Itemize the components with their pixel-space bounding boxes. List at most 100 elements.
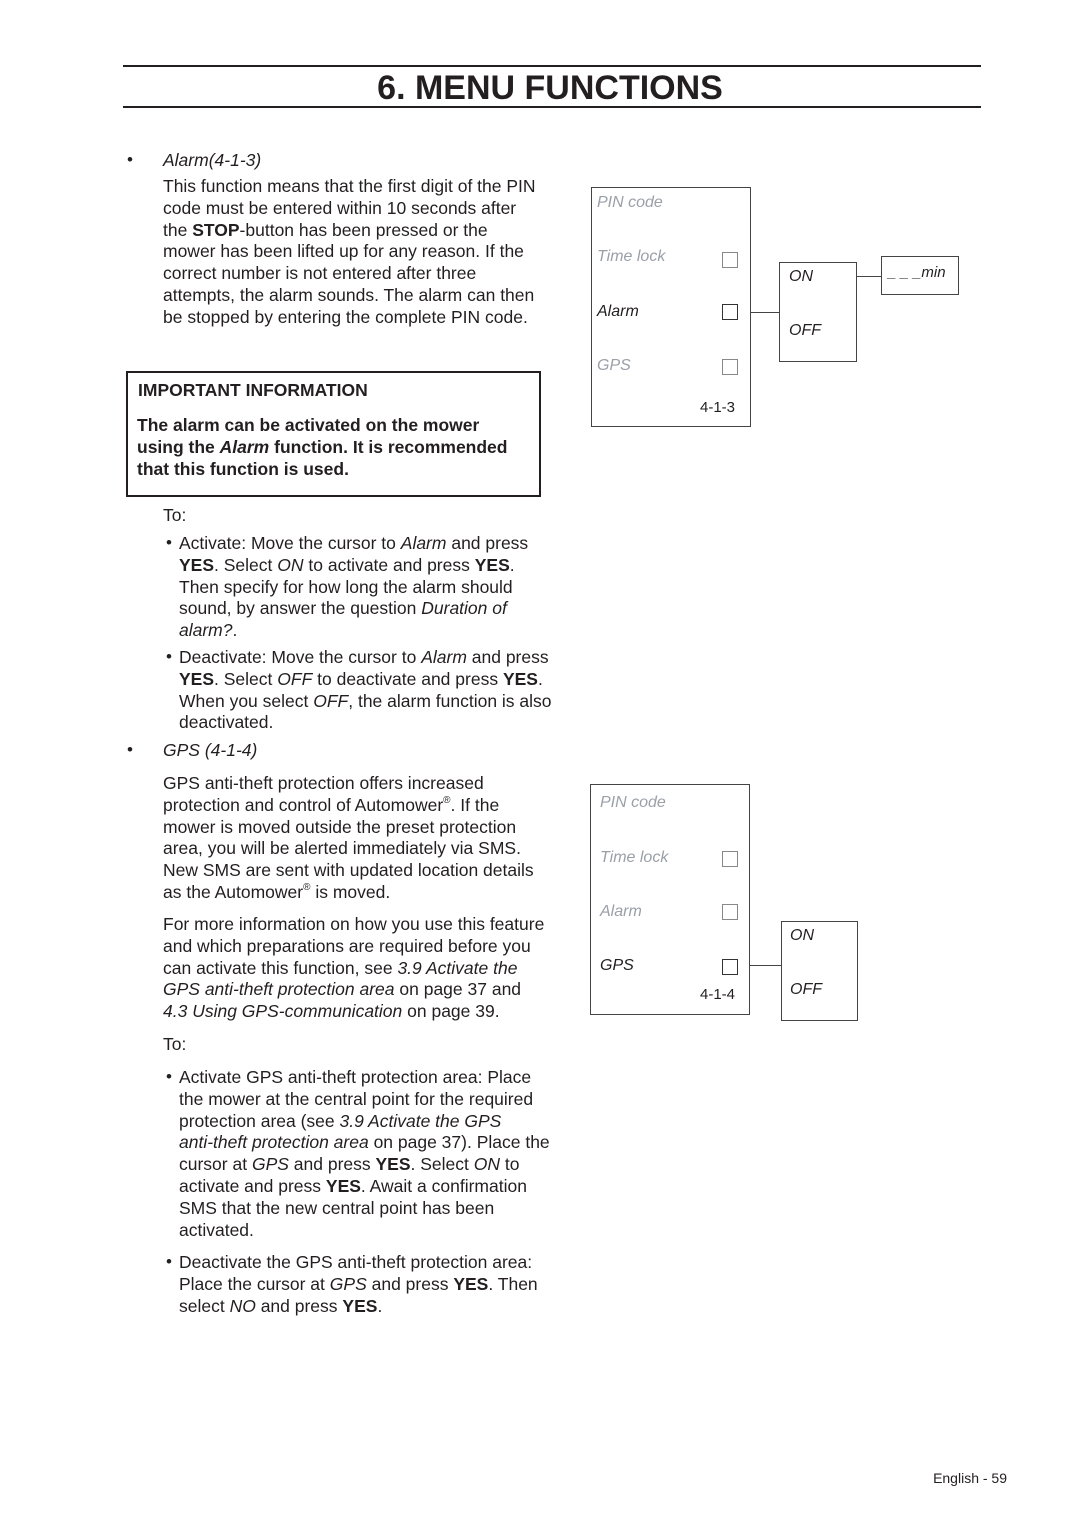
- checkbox-icon: [722, 851, 738, 867]
- text-run: Alarm: [219, 437, 270, 457]
- text-line: protection and control of Automower®. If…: [163, 794, 499, 816]
- text-line: GPS anti-theft protection offers increas…: [163, 772, 484, 794]
- option-on: ON: [789, 268, 813, 285]
- text-run: on page 37). Place the: [368, 1132, 550, 1153]
- menu-item-pin-code: PIN code: [597, 194, 663, 211]
- section-heading-gps: GPS (4-1-4): [163, 740, 258, 760]
- text-run: select: [179, 1295, 230, 1316]
- text-line: For more information on how you use this…: [163, 913, 544, 935]
- text-run: . Await a confirmation: [360, 1176, 527, 1196]
- option-off: OFF: [790, 981, 822, 998]
- text-run: GPS anti-theft protection offers increas…: [163, 773, 484, 793]
- text-run: When you select: [179, 690, 314, 711]
- text-run: be stopped by entering the complete PIN …: [163, 306, 528, 327]
- text-run: mower is moved outside the preset protec…: [163, 816, 517, 837]
- text-run: Deactivate: Move the cursor to: [179, 647, 422, 667]
- menu-item-gps: GPS: [600, 957, 634, 974]
- text-run: Activate GPS anti-theft protection area:…: [179, 1067, 532, 1087]
- text-run: to: [500, 1154, 520, 1175]
- text-run: SMS that the new central point has been: [179, 1197, 495, 1218]
- text-run: YES: [375, 1154, 411, 1175]
- text-run: 4.3 Using GPS-communication: [163, 1001, 403, 1022]
- connector-line: [857, 276, 881, 278]
- text-run: to activate and press: [303, 554, 475, 575]
- text-line: attempts, the alarm sounds. The alarm ca…: [163, 284, 534, 306]
- text-line: sound, by answer the question Duration o…: [179, 597, 507, 619]
- text-line: anti-theft protection area on page 37). …: [179, 1131, 550, 1153]
- text-line: using the Alarm function. It is recommen…: [137, 436, 507, 458]
- connector-line: [750, 965, 781, 967]
- checkbox-icon: [722, 359, 738, 375]
- text-line: mower has been lifted up for any reason.…: [163, 240, 524, 262]
- text-run: GPS anti-theft protection area: [163, 979, 395, 1000]
- text-run: -button has been pressed or the: [239, 219, 488, 240]
- text-run: YES: [179, 554, 215, 575]
- text-run: Alarm: [400, 533, 447, 553]
- text-line: 4.3 Using GPS-communication on page 39.: [163, 1000, 500, 1022]
- menu-item-alarm: Alarm: [597, 303, 639, 320]
- text-line: select NO and press YES.: [179, 1295, 382, 1317]
- text-run: code must be entered within 10 seconds a…: [163, 197, 517, 218]
- page-title: 6. MENU FUNCTIONS: [377, 69, 723, 107]
- to-label: To:: [163, 505, 187, 525]
- text-run: and press: [255, 1295, 343, 1316]
- text-line: GPS anti-theft protection area on page 3…: [163, 978, 521, 1000]
- text-run: GPS: [251, 1154, 289, 1175]
- checkbox-icon: [722, 904, 738, 920]
- text-run: the: [163, 219, 193, 240]
- text-line: protection area (see 3.9 Activate the GP…: [179, 1110, 501, 1132]
- bullet: •: [166, 647, 172, 666]
- text-line: This function means that the first digit…: [163, 175, 536, 197]
- text-run: YES: [453, 1273, 489, 1294]
- text-run: NO: [229, 1295, 256, 1316]
- text-line: When you select OFF, the alarm function …: [179, 690, 552, 712]
- text-run: area, you will be alerted immediately vi…: [163, 838, 521, 859]
- bullet: •: [166, 533, 172, 552]
- text-run: For more information on how you use this…: [163, 914, 545, 934]
- text-run: YES: [502, 668, 538, 689]
- text-run: to deactivate and press: [312, 668, 503, 689]
- option-on: ON: [790, 927, 814, 944]
- text-run: ®: [443, 794, 451, 806]
- text-run: correct number is not entered after thre…: [163, 263, 477, 284]
- to-label: To:: [163, 1034, 187, 1054]
- text-line: Place the cursor at GPS and press YES. T…: [179, 1273, 538, 1295]
- menu-code: 4-1-3: [700, 399, 736, 416]
- text-run: the mower at the central point for the r…: [179, 1088, 534, 1109]
- text-line: can activate this function, see 3.9 Acti…: [163, 957, 517, 979]
- text-run: .: [537, 668, 543, 689]
- text-run: function. It is recommended: [269, 437, 508, 457]
- text-line: Activate GPS anti-theft protection area:…: [179, 1066, 531, 1088]
- text-run: is moved.: [310, 882, 391, 902]
- menu-code: 4-1-4: [700, 986, 736, 1003]
- text-line: correct number is not entered after thre…: [163, 262, 476, 284]
- text-run: Activate: Move the cursor to: [179, 533, 401, 553]
- text-run: . Select: [214, 554, 278, 575]
- text-run: and press: [466, 647, 549, 667]
- text-run: attempts, the alarm sounds. The alarm ca…: [163, 285, 535, 305]
- text-run: ON: [473, 1154, 501, 1175]
- text-line: New SMS are sent with updated location d…: [163, 859, 534, 881]
- menu-box: [590, 784, 750, 1015]
- text-run: New SMS are sent with updated location d…: [163, 860, 534, 881]
- text-run: YES: [179, 668, 215, 689]
- text-run: OFF: [277, 668, 313, 689]
- text-line: be stopped by entering the complete PIN …: [163, 306, 528, 328]
- text-line: deactivated.: [179, 711, 273, 733]
- header-rule-bottom: [123, 106, 981, 108]
- text-line: The alarm can be activated on the mower: [137, 414, 479, 436]
- checkbox-icon: [722, 959, 738, 975]
- page-number: English - 59: [933, 1470, 1007, 1486]
- text-run: . Select: [410, 1154, 474, 1175]
- text-run: that this function is used.: [137, 459, 349, 479]
- text-run: Duration of: [421, 598, 507, 619]
- text-run: .: [509, 554, 515, 575]
- text-run: Alarm: [421, 647, 467, 667]
- menu-item-time-lock: Time lock: [600, 849, 669, 866]
- text-run: OFF: [313, 690, 349, 711]
- text-run: GPS: [329, 1273, 367, 1294]
- checkbox-icon: [722, 252, 738, 268]
- text-run: . Then: [488, 1273, 538, 1294]
- text-line: mower is moved outside the preset protec…: [163, 816, 516, 838]
- text-line: Then specify for how long the alarm shou…: [179, 576, 513, 598]
